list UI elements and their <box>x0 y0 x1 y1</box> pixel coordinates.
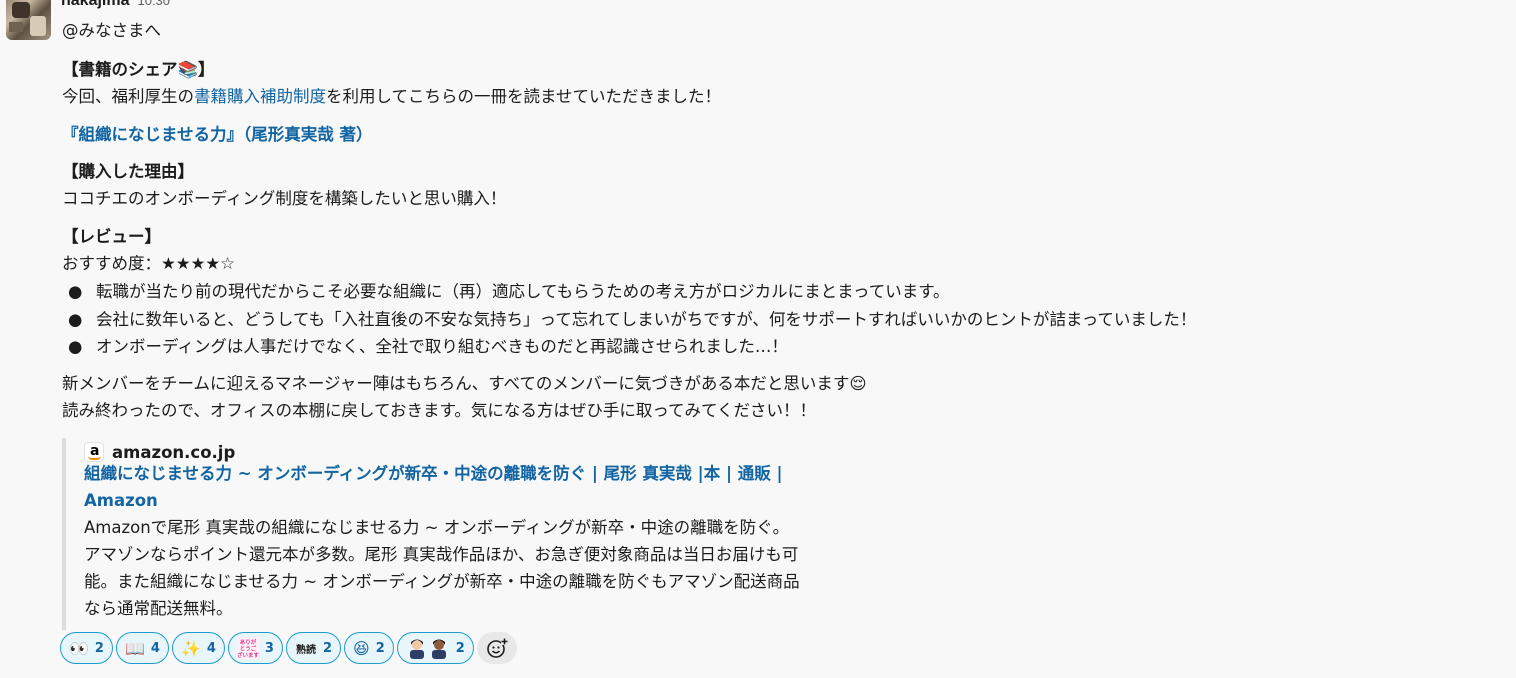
reaction-laughing[interactable]: 😆 2 <box>344 632 394 664</box>
eyes-icon: 👀 <box>69 638 89 658</box>
sender-name[interactable]: nakajima <box>61 0 129 10</box>
open-book-icon: 📖 <box>124 638 145 658</box>
closing-text-2: 読み終わったので、オフィスの本棚に戻しておきます。気になる方はぜひ手に取ってみて… <box>62 401 817 420</box>
sparkles-icon: ✨ <box>180 638 201 658</box>
book-title-link[interactable]: 『組織になじませる力』（尾形真実哉 著） <box>62 124 373 146</box>
svg-text:熟読: 熟読 <box>296 643 316 656</box>
books-emoji: 📚 <box>177 60 199 79</box>
message-header: nakajima 10:30 <box>61 0 170 14</box>
svg-text:とうご: とうご <box>240 645 257 653</box>
add-emoji-icon <box>486 638 508 658</box>
relieved-face-emoji: 😌 <box>849 374 867 393</box>
reaction-eyes[interactable]: 👀 2 <box>60 632 113 664</box>
reaction-count: 2 <box>322 640 332 656</box>
reaction-book[interactable]: 📖 4 <box>115 632 169 664</box>
reason-text: ココチエのオンボーディング制度を構築したいと思い購入！ <box>62 189 507 208</box>
intro-text: 今回、福利厚生の書籍購入補助制度を利用してこちらの一冊を読ませていただきました！ <box>62 87 722 106</box>
section-share-heading: 【書籍のシェア📚】 <box>62 60 215 79</box>
reaction-people[interactable]: 2 <box>396 632 474 664</box>
benefit-link[interactable]: 書籍購入補助制度 <box>194 87 326 106</box>
greeting: @みなさまへ <box>62 21 161 40</box>
amazon-icon: a <box>84 442 104 462</box>
rating-text: おすすめ度：★★★★☆ <box>62 254 235 273</box>
reaction-thanks[interactable]: ありが とうご ざいます 3 <box>227 632 283 664</box>
reaction-count: 4 <box>206 640 216 656</box>
svg-text:ありが: ありが <box>240 638 257 646</box>
link-preview-title[interactable]: 組織になじませる力 ~ オンボーディングが新卒・中途の離職を防ぐ | 尾形 真実… <box>84 460 804 514</box>
site-name: amazon.co.jp <box>112 442 236 462</box>
reaction-count: 2 <box>375 640 385 656</box>
svg-text:ざいます: ざいます <box>237 651 259 659</box>
reaction-sparkles[interactable]: ✨ 4 <box>171 632 225 664</box>
reaction-count: 2 <box>94 640 104 656</box>
add-reaction-button[interactable] <box>476 632 517 664</box>
list-item: ● 会社に数年いると、どうしても「入社直後の不安な気持ち」って忘れてしまいがちです… <box>68 310 1197 329</box>
list-item: ● オンボーディングは人事だけでなく、全社で取り組むべきものだと再認識させられまし… <box>68 337 788 356</box>
link-preview-description: Amazonで尾形 真実哉の組織になじませる力 ~ オンボーディングが新卒・中途… <box>84 518 800 618</box>
timestamp[interactable]: 10:30 <box>137 0 170 8</box>
thanks-icon: ありが とうご ざいます <box>236 637 259 659</box>
closing-text-1: 新メンバーをチームに迎えるマネージャー陣はもちろん、すべてのメンバーに気づきがあ… <box>62 374 867 393</box>
section-review-heading: 【レビュー】 <box>62 227 161 246</box>
reaction-jukudoku[interactable]: 熟読 2 <box>285 632 341 664</box>
reaction-count: 2 <box>455 640 465 656</box>
list-item: ● 転職が当たり前の現代だからこそ必要な組織に（再）適応してもらうための考え方がロ… <box>68 282 950 301</box>
jukudoku-icon: 熟読 <box>296 643 316 656</box>
reaction-count: 3 <box>264 640 274 656</box>
reaction-count: 4 <box>150 640 160 656</box>
avatar[interactable] <box>6 0 51 40</box>
link-preview[interactable]: a amazon.co.jp 組織になじませる力 ~ オンボーディングが新卒・中… <box>62 438 822 630</box>
reaction-bar: 👀 2 📖 4 ✨ 4 ありが とうご ざいます 3 熟読 2 😆 2 2 <box>60 632 517 664</box>
section-reason-heading: 【購入した理由】 <box>62 162 194 181</box>
laughing-icon: 😆 <box>353 638 370 658</box>
link-preview-site: a amazon.co.jp <box>84 442 235 462</box>
office-workers-icon <box>409 639 446 659</box>
